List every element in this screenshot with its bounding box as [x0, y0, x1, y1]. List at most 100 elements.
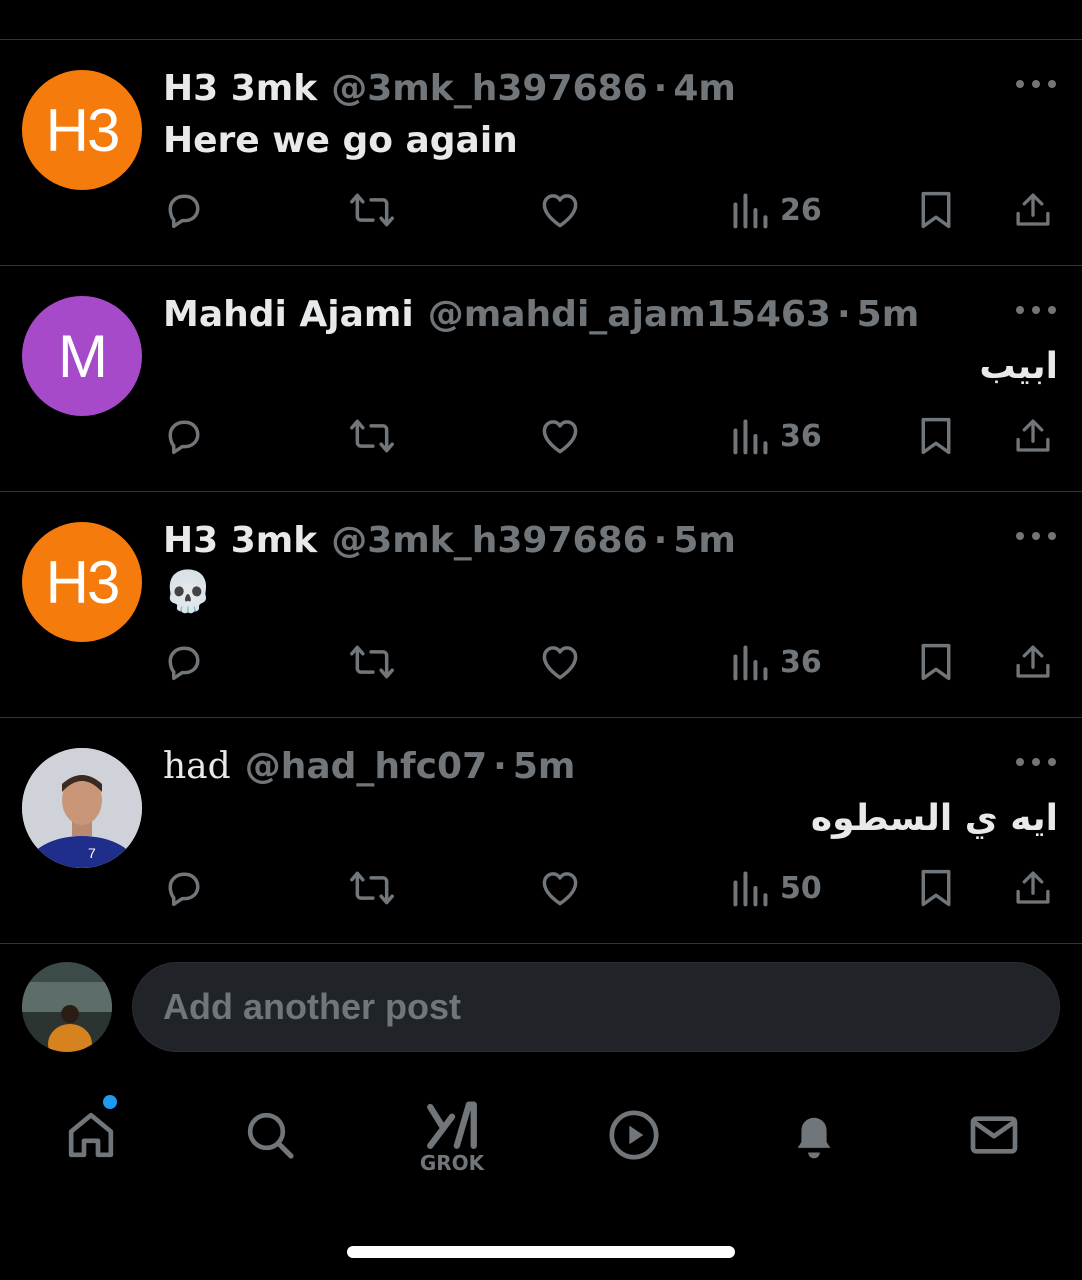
- share-icon: [1016, 645, 1050, 678]
- post-item[interactable]: H3 H3 3mk @3mk_h397686 · 4m Here we go a…: [0, 40, 1082, 266]
- views-icon: [733, 419, 768, 455]
- handle[interactable]: @3mk_h397686: [331, 68, 647, 109]
- views-count: 26: [780, 192, 822, 228]
- more-options-icon[interactable]: [1016, 74, 1056, 94]
- like-button[interactable]: [538, 858, 582, 918]
- bookmark-icon: [921, 191, 951, 229]
- share-button[interactable]: [1012, 406, 1054, 466]
- bookmark-button[interactable]: [916, 858, 956, 918]
- reply-button[interactable]: [162, 632, 206, 692]
- heart-icon: [542, 646, 578, 680]
- share-button[interactable]: [1012, 180, 1054, 240]
- more-options-icon[interactable]: [1016, 752, 1056, 772]
- reply-icon: [168, 194, 200, 229]
- separator-dot: ·: [653, 68, 668, 109]
- separator-dot: ·: [836, 294, 851, 335]
- reply-button[interactable]: [162, 406, 206, 466]
- bookmark-icon: [921, 869, 951, 907]
- tab-home[interactable]: [51, 1090, 131, 1180]
- bell-icon: [797, 1117, 831, 1159]
- more-options-icon[interactable]: [1016, 526, 1056, 546]
- display-name[interactable]: H3 3mk: [163, 520, 317, 561]
- post-item[interactable]: 7 had @had_hfc07 · 5m ايه ي السطوه 50: [0, 718, 1082, 944]
- post-item[interactable]: H3 H3 3mk @3mk_h397686 · 5m 💀 36: [0, 492, 1082, 718]
- repost-icon: [350, 645, 394, 679]
- views-count: 50: [780, 870, 822, 906]
- mail-icon: [970, 1116, 1018, 1154]
- avatar[interactable]: H3: [22, 70, 142, 190]
- separator-dot: ·: [653, 520, 668, 561]
- tab-messages[interactable]: [954, 1090, 1034, 1180]
- tab-grok[interactable]: GROK: [412, 1090, 492, 1180]
- display-name[interactable]: had: [163, 746, 231, 787]
- display-name[interactable]: Mahdi Ajami: [163, 294, 414, 335]
- share-button[interactable]: [1012, 632, 1054, 692]
- heart-icon: [542, 420, 578, 454]
- repost-button[interactable]: [348, 180, 396, 240]
- bookmark-button[interactable]: [916, 406, 956, 466]
- post-text: 💀: [163, 569, 213, 615]
- repost-button[interactable]: [348, 858, 396, 918]
- tab-notifications[interactable]: [774, 1090, 854, 1180]
- user-avatar[interactable]: [22, 962, 112, 1052]
- share-icon: [1016, 419, 1050, 452]
- heart-icon: [542, 194, 578, 228]
- separator-dot: ·: [493, 746, 507, 787]
- bookmark-icon: [921, 643, 951, 681]
- avatar[interactable]: 7: [22, 748, 142, 868]
- repost-button[interactable]: [348, 406, 396, 466]
- home-icon: [68, 1112, 114, 1158]
- like-button[interactable]: [538, 632, 582, 692]
- reply-icon: [168, 646, 200, 681]
- post-text: ابيب: [979, 346, 1058, 387]
- grok-icon: [427, 1101, 477, 1149]
- share-icon: [1016, 193, 1050, 226]
- post-actions: 50: [0, 858, 1082, 918]
- post-time[interactable]: 5m: [673, 520, 736, 561]
- views-icon: [733, 193, 768, 229]
- views-button[interactable]: 36: [730, 632, 822, 692]
- more-options-icon[interactable]: [1016, 300, 1056, 320]
- avatar-photo: 7: [22, 748, 142, 868]
- post-time[interactable]: 5m: [513, 746, 576, 787]
- views-button[interactable]: 26: [730, 180, 822, 240]
- repost-icon: [350, 193, 394, 227]
- like-button[interactable]: [538, 406, 582, 466]
- repost-icon: [350, 871, 394, 905]
- avatar[interactable]: H3: [22, 522, 142, 642]
- compose-bar: Add another post: [0, 942, 1082, 1072]
- tab-search[interactable]: [230, 1090, 310, 1180]
- avatar[interactable]: M: [22, 296, 142, 416]
- handle[interactable]: @mahdi_ajam15463: [428, 294, 831, 335]
- handle[interactable]: @had_hfc07: [245, 746, 487, 787]
- home-indicator: [347, 1246, 735, 1258]
- display-name[interactable]: H3 3mk: [163, 68, 317, 109]
- add-post-input[interactable]: Add another post: [132, 962, 1060, 1052]
- views-button[interactable]: 50: [730, 858, 822, 918]
- tab-video[interactable]: [594, 1090, 674, 1180]
- user-avatar-photo: [22, 962, 112, 1052]
- play-icon: [609, 1110, 659, 1160]
- repost-button[interactable]: [348, 632, 396, 692]
- bookmark-button[interactable]: [916, 180, 956, 240]
- post-item[interactable]: M Mahdi Ajami @mahdi_ajam15463 · 5m ابيب…: [0, 266, 1082, 492]
- reply-button[interactable]: [162, 180, 206, 240]
- grok-label: GROK: [419, 1151, 485, 1175]
- post-time[interactable]: 5m: [857, 294, 920, 335]
- repost-icon: [350, 419, 394, 453]
- search-icon: [247, 1112, 294, 1159]
- bookmark-button[interactable]: [916, 632, 956, 692]
- views-icon: [733, 871, 768, 907]
- views-icon: [733, 645, 768, 681]
- views-count: 36: [780, 644, 822, 680]
- reply-button[interactable]: [162, 858, 206, 918]
- post-time[interactable]: 4m: [673, 68, 736, 109]
- views-button[interactable]: 36: [730, 406, 822, 466]
- post-text: ايه ي السطوه: [810, 798, 1058, 839]
- bookmark-icon: [921, 417, 951, 455]
- like-button[interactable]: [538, 180, 582, 240]
- post-actions: 36: [0, 406, 1082, 466]
- post-text: Here we go again: [163, 120, 518, 161]
- share-button[interactable]: [1012, 858, 1054, 918]
- handle[interactable]: @3mk_h397686: [331, 520, 647, 561]
